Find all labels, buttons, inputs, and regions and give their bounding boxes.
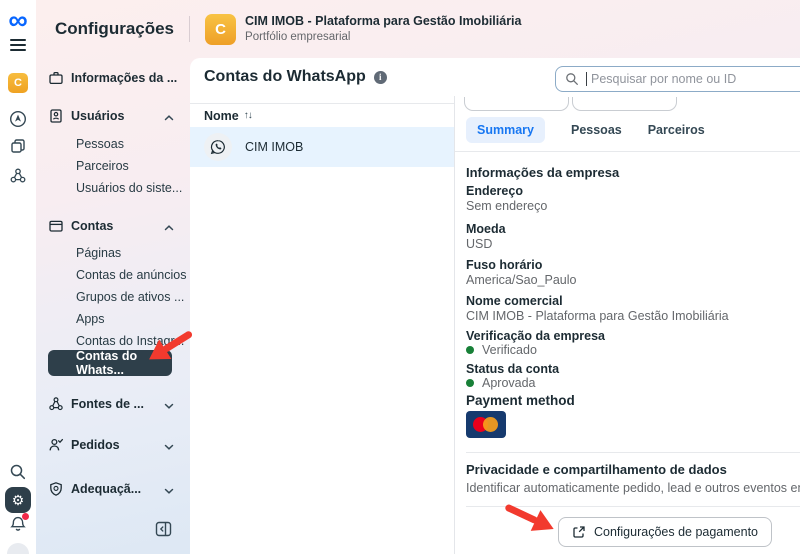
info-icon[interactable]: i bbox=[374, 71, 387, 84]
search-placeholder: Pesquisar por nome ou ID bbox=[591, 72, 736, 86]
sidebar-item-label: Pedidos bbox=[71, 438, 120, 452]
field-value: America/Sao_Paulo bbox=[466, 273, 576, 287]
text-caret bbox=[586, 72, 587, 86]
chevron-down-icon bbox=[164, 440, 174, 454]
settings-gear-icon[interactable]: ⚙ bbox=[0, 486, 36, 514]
external-link-icon bbox=[572, 525, 586, 539]
avatar[interactable] bbox=[0, 543, 36, 554]
business-avatar[interactable]: C bbox=[205, 14, 236, 45]
payment-method-heading: Payment method bbox=[466, 393, 575, 408]
search-icon bbox=[565, 72, 579, 86]
privacy-heading: Privacidade e compartilhamento de dados bbox=[466, 462, 727, 477]
business-assets-icon[interactable] bbox=[0, 166, 36, 186]
data-sources-icon bbox=[48, 396, 64, 412]
field-label: Nome comercial bbox=[466, 294, 563, 308]
detail-tabs: Summary Pessoas Parceiros bbox=[466, 116, 705, 143]
sidebar-item-business-info[interactable]: Informações da ... bbox=[48, 66, 190, 90]
partial-button[interactable] bbox=[572, 97, 677, 111]
top-header: Configurações C CIM IMOB - Plataforma pa… bbox=[36, 0, 800, 58]
sidebar-item-system-users[interactable]: Usuários do siste... bbox=[76, 178, 196, 198]
field-label: Endereço bbox=[466, 184, 523, 198]
payment-settings-button[interactable]: Configurações de pagamento bbox=[558, 517, 772, 547]
sidebar-item-data-sources[interactable]: Fontes de ... bbox=[48, 392, 190, 416]
ads-manager-icon[interactable] bbox=[0, 110, 36, 128]
notifications-bell-icon[interactable] bbox=[0, 516, 36, 536]
chevron-up-icon bbox=[164, 221, 174, 235]
sidebar-item-ad-accounts[interactable]: Contas de anúncios bbox=[76, 265, 196, 285]
tab-summary[interactable]: Summary bbox=[466, 117, 545, 143]
business-settings-page: ∞ C ⚙ Configurações C CIM IMOB - Plata bbox=[0, 0, 800, 554]
person-check-icon bbox=[48, 437, 64, 453]
shield-icon bbox=[48, 481, 64, 497]
field-value: Sem endereço bbox=[466, 199, 547, 213]
sidebar-collapse-icon[interactable] bbox=[155, 521, 172, 542]
section-divider bbox=[466, 452, 800, 453]
table-header[interactable]: Nome ↑↓ bbox=[190, 103, 454, 127]
chevron-up-icon bbox=[164, 111, 174, 125]
list-panel-title: Contas do WhatsApp bbox=[204, 68, 366, 86]
mastercard-icon[interactable] bbox=[466, 411, 506, 438]
field-label: Moeda bbox=[466, 222, 506, 236]
briefcase-icon bbox=[48, 70, 64, 86]
sidebar-item-label: Adequaçã... bbox=[71, 482, 141, 496]
menu-icon[interactable] bbox=[0, 36, 36, 54]
business-badge-icon[interactable]: C bbox=[0, 72, 36, 94]
panel-divider bbox=[454, 96, 455, 554]
company-info-heading: Informações da empresa bbox=[466, 165, 619, 180]
sidebar-item-accounts[interactable]: Contas bbox=[48, 214, 190, 238]
whatsapp-icon bbox=[204, 133, 232, 161]
sidebar-item-asset-groups[interactable]: Grupos de ativos ... bbox=[76, 287, 196, 307]
notification-dot bbox=[22, 513, 29, 520]
list-panel-title-row: Contas do WhatsApp i bbox=[204, 68, 387, 86]
sidebar-item-people[interactable]: Pessoas bbox=[76, 134, 196, 154]
id-badge-icon bbox=[48, 108, 64, 124]
tabs-divider bbox=[455, 151, 800, 152]
row-account-name: CIM IMOB bbox=[245, 140, 303, 154]
status-dot-verified bbox=[466, 346, 474, 354]
sidebar-item-partners[interactable]: Parceiros bbox=[76, 156, 196, 176]
field-value: USD bbox=[466, 237, 492, 251]
search-icon[interactable] bbox=[0, 462, 36, 482]
left-icon-rail: ∞ C ⚙ bbox=[0, 0, 36, 554]
account-status: Aprovada bbox=[466, 376, 536, 390]
partial-button[interactable] bbox=[464, 97, 569, 111]
table-row-selected[interactable]: CIM IMOB bbox=[190, 127, 454, 167]
chevron-down-icon bbox=[164, 484, 174, 498]
field-label: Verificação da empresa bbox=[466, 329, 605, 343]
header-divider bbox=[189, 16, 190, 42]
sidebar-item-pages[interactable]: Páginas bbox=[76, 243, 196, 263]
settings-sidebar: Informações da ... Usuários Pessoas Parc… bbox=[36, 58, 190, 554]
tab-partners[interactable]: Parceiros bbox=[648, 123, 705, 137]
sidebar-item-label: Contas bbox=[71, 219, 113, 233]
status-dot-approved bbox=[466, 379, 474, 387]
annotation-arrow-sidebar bbox=[141, 323, 197, 365]
pages-icon[interactable] bbox=[0, 137, 36, 155]
search-input[interactable]: Pesquisar por nome ou ID bbox=[555, 66, 800, 92]
business-name: CIM IMOB - Plataforma para Gestão Imobil… bbox=[245, 14, 521, 30]
sidebar-item-label: Usuários bbox=[71, 109, 125, 123]
page-title: Configurações bbox=[55, 19, 174, 39]
chevron-down-icon bbox=[164, 399, 174, 413]
field-label: Fuso horário bbox=[466, 258, 542, 272]
field-value: CIM IMOB - Plataforma para Gestão Imobil… bbox=[466, 309, 729, 323]
sidebar-item-users[interactable]: Usuários bbox=[48, 104, 190, 128]
business-identity[interactable]: CIM IMOB - Plataforma para Gestão Imobil… bbox=[245, 14, 521, 44]
column-header-name: Nome bbox=[204, 109, 239, 123]
sidebar-item-label: Fontes de ... bbox=[71, 397, 144, 411]
annotation-arrow-payment bbox=[499, 497, 559, 539]
sort-arrows-icon: ↑↓ bbox=[244, 110, 252, 121]
sidebar-item-compliance[interactable]: Adequaçã... bbox=[48, 477, 190, 501]
meta-logo-icon[interactable]: ∞ bbox=[0, 6, 36, 34]
sidebar-item-requests[interactable]: Pedidos bbox=[48, 433, 190, 457]
business-subtitle: Portfólio empresarial bbox=[245, 30, 521, 44]
tab-people[interactable]: Pessoas bbox=[571, 123, 622, 137]
verification-status: Verificado bbox=[466, 343, 537, 357]
field-label: Status da conta bbox=[466, 362, 559, 376]
tray-icon bbox=[48, 218, 64, 234]
sidebar-item-label: Informações da ... bbox=[71, 71, 177, 85]
